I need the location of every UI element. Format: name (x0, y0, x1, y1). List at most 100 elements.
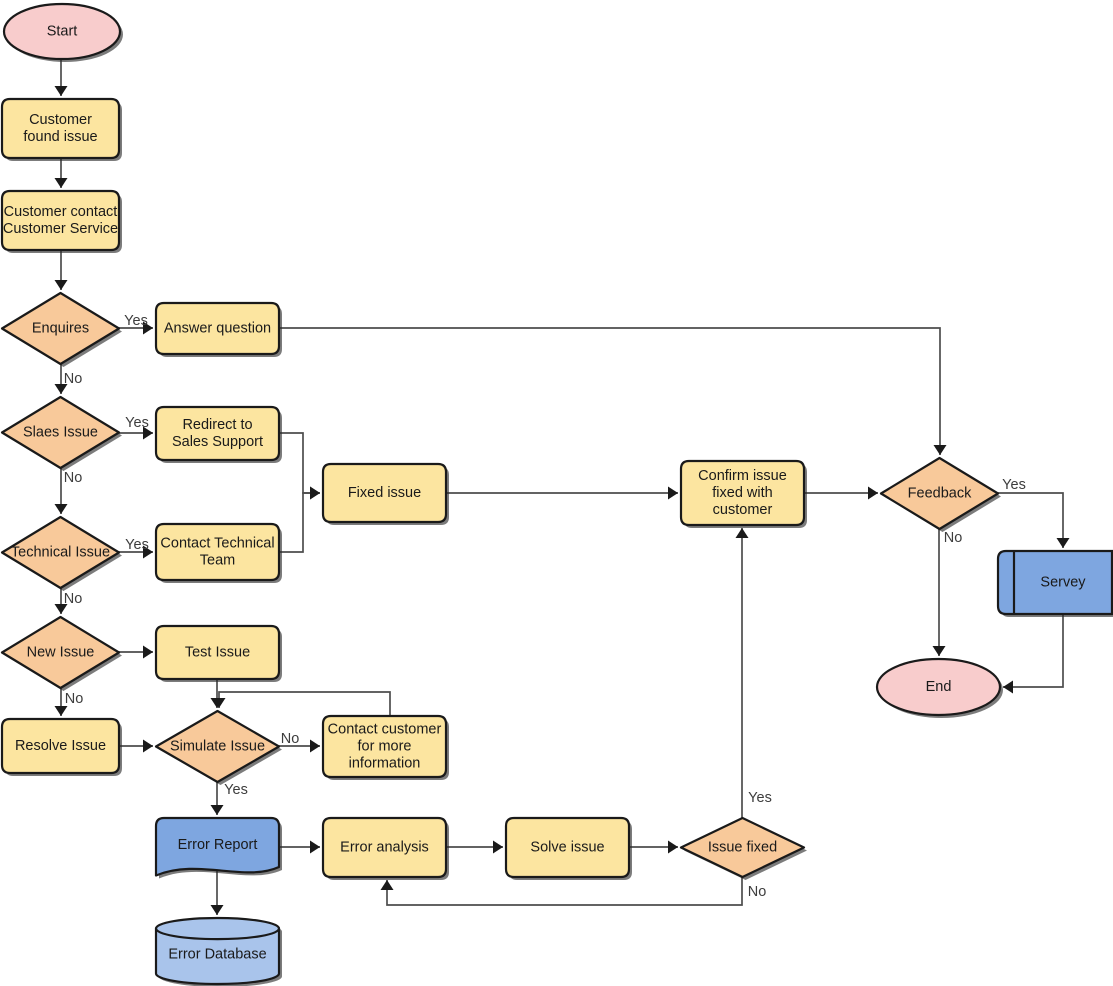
edge-label-e-simulate-contactmore: No (281, 731, 300, 747)
edge-line (279, 327, 941, 455)
edge-e-issuefixed-analysis (380, 877, 743, 906)
edge-line (386, 877, 743, 906)
edge-arrowhead (143, 739, 153, 753)
node-label: Solve issue (530, 839, 604, 855)
edge-arrowhead (493, 840, 503, 854)
node-issuefixed[interactable]: Issue fixed (679, 816, 807, 880)
edge-label-e-enquires-answer: Yes (124, 313, 148, 329)
node-solveissue[interactable]: Solve issue (504, 816, 632, 880)
node-fixed[interactable]: Fixed issue (321, 462, 449, 525)
node-testissue[interactable]: Test Issue (154, 624, 282, 682)
edge-line (998, 492, 1064, 548)
node-label: Resolve Issue (15, 738, 106, 754)
node-answer[interactable]: Answer question (154, 301, 282, 357)
edge-e-confirm-feedback (804, 486, 878, 500)
edge-e-servey-end (1003, 614, 1064, 694)
nodes-layer: Start Customer found issue Customer contact… (0, 2, 1113, 986)
node-label: Servey (1040, 574, 1086, 590)
edge-line (279, 432, 320, 494)
edge-arrowhead (1003, 680, 1013, 694)
node-errordb[interactable]: Error Database (154, 916, 282, 986)
node-label: Feedback (908, 485, 972, 501)
edge-line (279, 492, 320, 553)
node-label: Enquires (32, 320, 89, 336)
edge-arrowhead (54, 280, 68, 290)
node-end[interactable]: End (875, 657, 1003, 719)
edge-arrowhead (143, 645, 153, 659)
edge-line (218, 691, 391, 716)
node-label: Customer found issue (23, 112, 97, 145)
edge-arrowhead (380, 880, 394, 890)
node-label: Slaes Issue (23, 424, 98, 440)
edge-e-analysis-solve (446, 840, 503, 854)
node-label: Answer question (164, 320, 271, 336)
edge-arrowhead (932, 646, 946, 656)
edge-arrowhead (933, 445, 947, 455)
node-label: New Issue (27, 644, 95, 660)
edge-e-errorreport-analysis (279, 840, 320, 854)
node-found[interactable]: Customer found issue (0, 97, 122, 161)
node-label: Error analysis (340, 839, 429, 855)
edge-e-found-contact (54, 158, 68, 188)
edge-labels-layer: Yes No Yes No Yes No Yes No No No Yes Yes No (64, 313, 1026, 900)
edge-e-contactmore-simulate (212, 691, 391, 716)
node-label: Redirect to Sales Support (172, 417, 263, 450)
node-label: Test Issue (185, 644, 250, 660)
flowchart-canvas: Start Customer found issue Customer contact… (0, 0, 1113, 986)
edge-e-contact-enquires (54, 250, 68, 290)
node-simulate[interactable]: Simulate Issue (154, 709, 282, 785)
edge-arrowhead (310, 739, 320, 753)
edge-label-e-issuefixed-confirm: Yes (748, 790, 772, 806)
edge-arrowhead (868, 486, 878, 500)
node-contactmore[interactable]: Contact customer for more information (321, 714, 449, 780)
edge-arrowhead (54, 504, 68, 514)
node-enquires[interactable]: Enquires (0, 291, 122, 367)
edge-e-contacttech-fixed (279, 486, 320, 553)
edge-arrowhead (1056, 538, 1070, 548)
node-label: Fixed issue (348, 485, 421, 501)
edge-e-errorreport-errordb (210, 870, 224, 915)
node-technical[interactable]: Technical Issue (0, 515, 122, 591)
edge-label-e-sales-technical: No (64, 470, 83, 486)
node-feedback[interactable]: Feedback (879, 456, 1001, 532)
node-sales[interactable]: Slaes Issue (0, 395, 122, 471)
node-label: Issue fixed (708, 839, 777, 855)
node-confirm[interactable]: Confirm issue fixed with customer (679, 459, 807, 528)
edge-e-feedback-end (932, 529, 946, 656)
edge-arrowhead (310, 486, 320, 500)
edge-e-resolve-simulate (119, 739, 153, 753)
edge-arrowhead (54, 178, 68, 188)
edge-e-simulate-errorreport (210, 782, 224, 815)
edge-label-e-newissue-resolve: No (65, 691, 84, 707)
node-newissue[interactable]: New Issue (0, 615, 122, 691)
node-contacttech[interactable]: Contact Technical Team (154, 522, 282, 583)
node-label: Error Report (178, 837, 258, 853)
node-label: Error Database (168, 946, 266, 962)
node-redirect[interactable]: Redirect to Sales Support (154, 405, 282, 463)
edge-e-fixed-confirm (446, 486, 678, 500)
node-start[interactable]: Start (2, 2, 123, 62)
edge-label-e-feedback-end: No (944, 530, 963, 546)
node-erroranalysis[interactable]: Error analysis (321, 816, 449, 880)
edge-label-e-technical-contacttech: Yes (125, 537, 149, 553)
node-contact[interactable]: Customer contact Customer Service (0, 189, 122, 253)
edge-arrowhead (54, 86, 68, 96)
edge-e-feedback-servey (998, 492, 1070, 548)
node-servey[interactable]: Servey (996, 549, 1113, 617)
edge-arrowhead (210, 905, 224, 915)
edge-label-e-sales-redirect: Yes (125, 415, 149, 431)
edge-label-e-issuefixed-analysis: No (748, 884, 767, 900)
edge-e-answer-feedback (279, 327, 947, 455)
edge-arrowhead (310, 840, 320, 854)
node-label: Technical Issue (11, 544, 110, 560)
edge-arrowhead (668, 486, 678, 500)
edge-e-start-found (54, 59, 68, 96)
edge-label-e-simulate-errorreport: Yes (224, 782, 248, 798)
edge-e-newissue-testissue (119, 645, 153, 659)
edge-e-solve-issuefixed (629, 840, 678, 854)
edge-line (1003, 614, 1064, 688)
edge-arrowhead (668, 840, 678, 854)
edge-e-issuefixed-confirm (735, 528, 749, 818)
node-resolve[interactable]: Resolve Issue (0, 717, 122, 776)
node-errorreport[interactable]: Error Report (154, 816, 282, 879)
